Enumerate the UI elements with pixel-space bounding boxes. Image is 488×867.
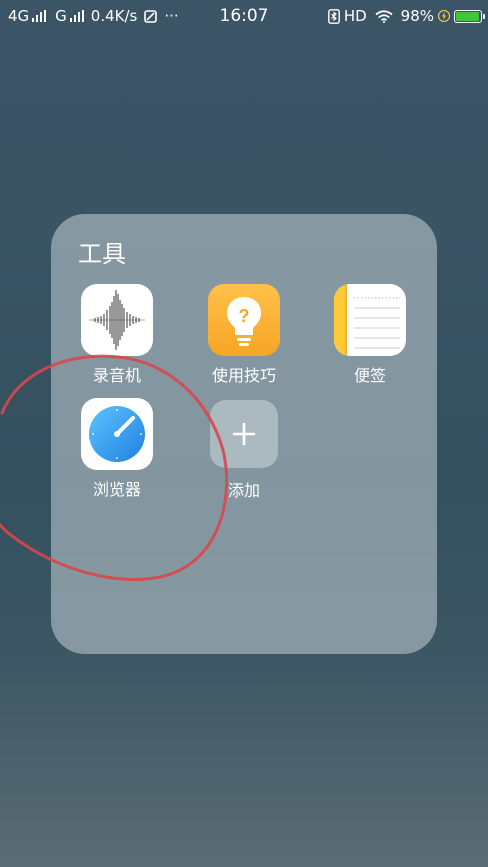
- compass-icon[interactable]: [81, 398, 153, 470]
- status-bar: 4G G 0.4K/s ··· 16:07 HD 98%: [0, 0, 488, 34]
- app-tips[interactable]: ? 使用技巧: [189, 284, 299, 386]
- battery-icon: [454, 9, 485, 23]
- app-label-notes: 便签: [353, 366, 386, 385]
- battery-cap: [483, 13, 485, 19]
- plus-icon[interactable]: [210, 400, 278, 468]
- battery-fill: [456, 11, 479, 21]
- app-label-browser: 浏览器: [92, 480, 141, 499]
- hd-label: HD: [343, 7, 367, 25]
- wifi-icon: [375, 9, 393, 23]
- notes-icon[interactable]: [334, 284, 406, 356]
- app-label-tips: 使用技巧: [211, 366, 276, 385]
- app-notes[interactable]: 便签: [315, 284, 425, 386]
- app-folder[interactable]: 工具 录音机 ? 使用技巧 便签 浏览器 添加: [51, 214, 437, 654]
- home-screen: 4G G 0.4K/s ··· 16:07 HD 98% 工具 录音机 ? 使用…: [0, 0, 488, 867]
- status-right: HD 98%: [327, 7, 485, 25]
- app-add[interactable]: 添加: [189, 400, 299, 501]
- bluetooth-battery-icon: [327, 8, 340, 24]
- folder-title[interactable]: 工具: [78, 234, 126, 269]
- battery-percent: 98%: [400, 7, 434, 25]
- app-label-recorder: 录音机: [92, 366, 141, 385]
- app-browser[interactable]: 浏览器: [62, 398, 172, 500]
- charging-icon: [438, 9, 450, 23]
- waveform-icon[interactable]: [81, 284, 153, 356]
- app-recorder[interactable]: 录音机: [62, 284, 172, 386]
- lightbulb-icon[interactable]: ?: [208, 284, 280, 356]
- svg-text:?: ?: [239, 306, 250, 326]
- app-label-add: 添加: [227, 481, 260, 500]
